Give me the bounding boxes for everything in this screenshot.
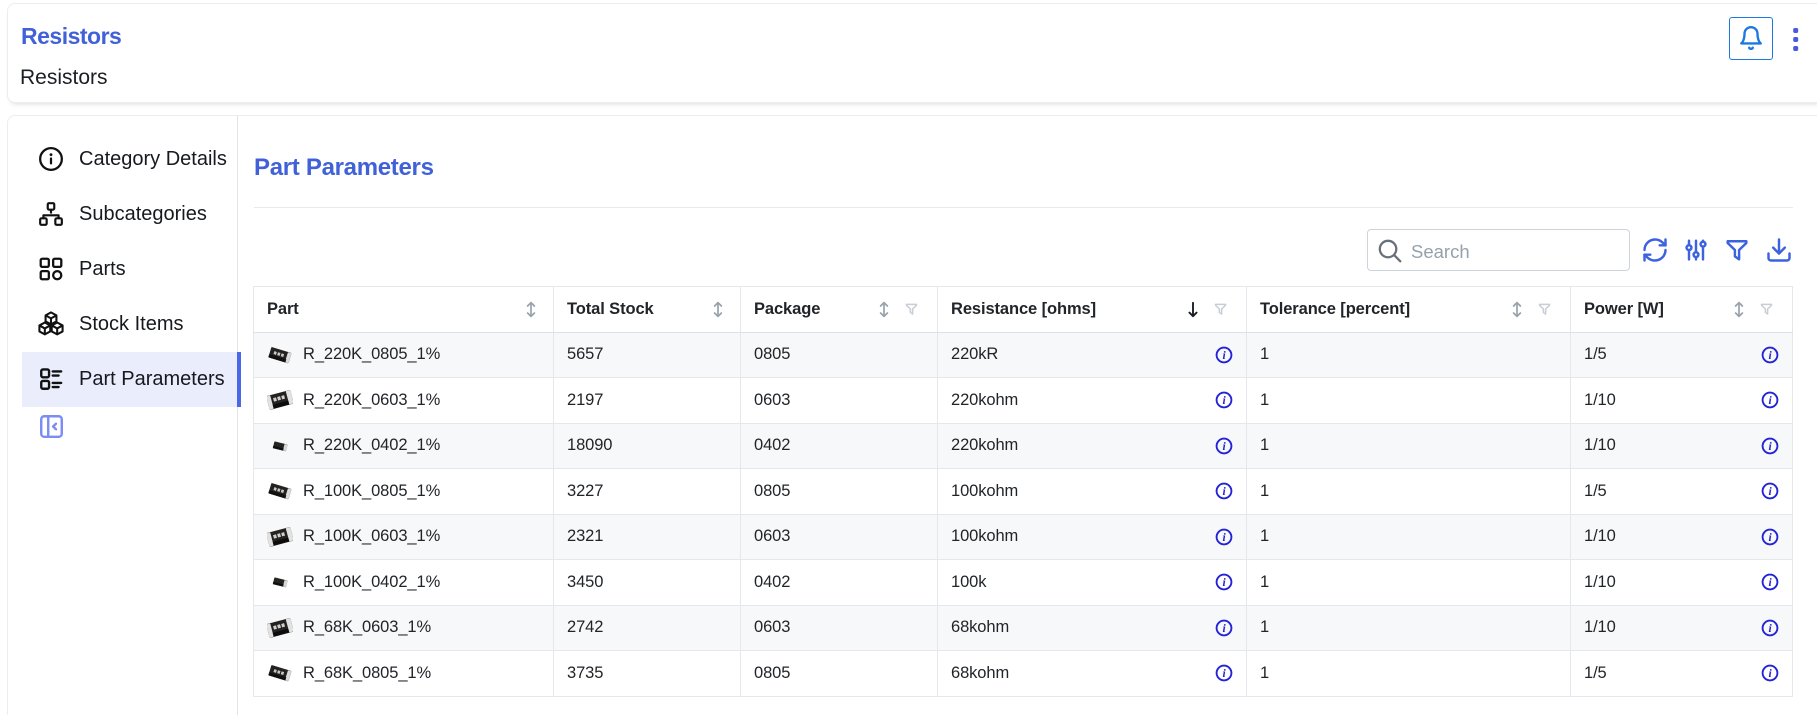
svg-text:i: i (1222, 668, 1226, 680)
svg-text:i: i (1768, 623, 1772, 635)
svg-text:i: i (1222, 441, 1226, 453)
svg-text:i: i (1222, 623, 1226, 635)
svg-text:i: i (1222, 350, 1226, 362)
svg-text:i: i (1768, 577, 1772, 589)
svg-text:i: i (1768, 395, 1772, 407)
svg-text:i: i (1222, 532, 1226, 544)
svg-text:i: i (1222, 577, 1226, 589)
svg-text:i: i (1768, 532, 1772, 544)
svg-text:i: i (1222, 395, 1226, 407)
svg-text:i: i (1222, 486, 1226, 498)
svg-text:i: i (1768, 486, 1772, 498)
svg-text:i: i (1768, 668, 1772, 680)
svg-text:i: i (1768, 350, 1772, 362)
svg-text:i: i (1768, 441, 1772, 453)
